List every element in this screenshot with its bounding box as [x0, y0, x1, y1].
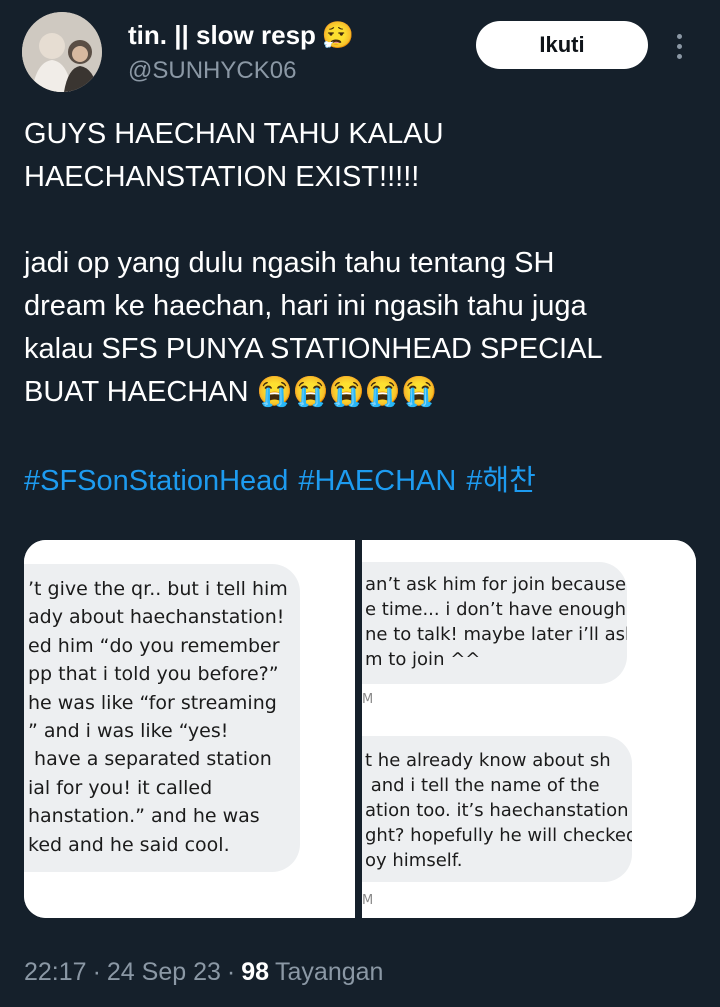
- more-dot: [676, 43, 682, 49]
- exhale-emoji-icon: 😮‍💨: [321, 20, 355, 50]
- hashtag-link[interactable]: #HAECHAN: [298, 460, 456, 503]
- more-options-icon[interactable]: [664, 28, 694, 64]
- meta-separator: ·: [226, 958, 236, 986]
- hashtag-link[interactable]: #해찬: [466, 460, 536, 503]
- more-dot: [676, 33, 682, 39]
- chat-bubble: ’t give the qr.. but i tell him ady abou…: [24, 564, 300, 872]
- message-time-stamp: M: [362, 893, 374, 908]
- chat-bubble: t he already know about sh and i tell th…: [362, 736, 632, 882]
- follow-button[interactable]: Ikuti: [476, 21, 648, 69]
- avatar[interactable]: [22, 12, 102, 92]
- views-count: 98: [241, 958, 270, 986]
- views-label: Tayangan: [275, 958, 384, 986]
- media-image-left[interactable]: ’t give the qr.. but i tell him ady abou…: [24, 540, 355, 918]
- media-divider: [355, 540, 362, 918]
- hashtag-link[interactable]: #SFSonStationHead: [24, 460, 288, 503]
- author-name[interactable]: tin. || slow resp 😮‍💨: [128, 20, 354, 51]
- tweet-date[interactable]: 24 Sep 23: [107, 958, 221, 987]
- media-image-right[interactable]: an’t ask him for join because e time... …: [362, 540, 696, 918]
- author-handle[interactable]: @SUNHYCK06: [128, 57, 296, 85]
- avatar-photo: [22, 12, 102, 92]
- tweet-meta: 22:17 · 24 Sep 23 · 98 Tayangan: [24, 958, 383, 987]
- meta-separator: ·: [92, 958, 101, 986]
- tweet-time[interactable]: 22:17: [24, 958, 87, 987]
- more-dot: [676, 53, 682, 59]
- chat-bubble: an’t ask him for join because e time... …: [362, 562, 627, 684]
- hashtag-row: #SFSonStationHead #HAECHAN #해찬: [24, 460, 536, 503]
- tweet-media[interactable]: ’t give the qr.. but i tell him ady abou…: [24, 540, 696, 918]
- message-time-stamp: M: [362, 692, 374, 707]
- tweet-text: GUYS HAECHAN TAHU KALAU HAECHANSTATION E…: [24, 118, 603, 408]
- display-name: tin. || slow resp: [128, 20, 316, 50]
